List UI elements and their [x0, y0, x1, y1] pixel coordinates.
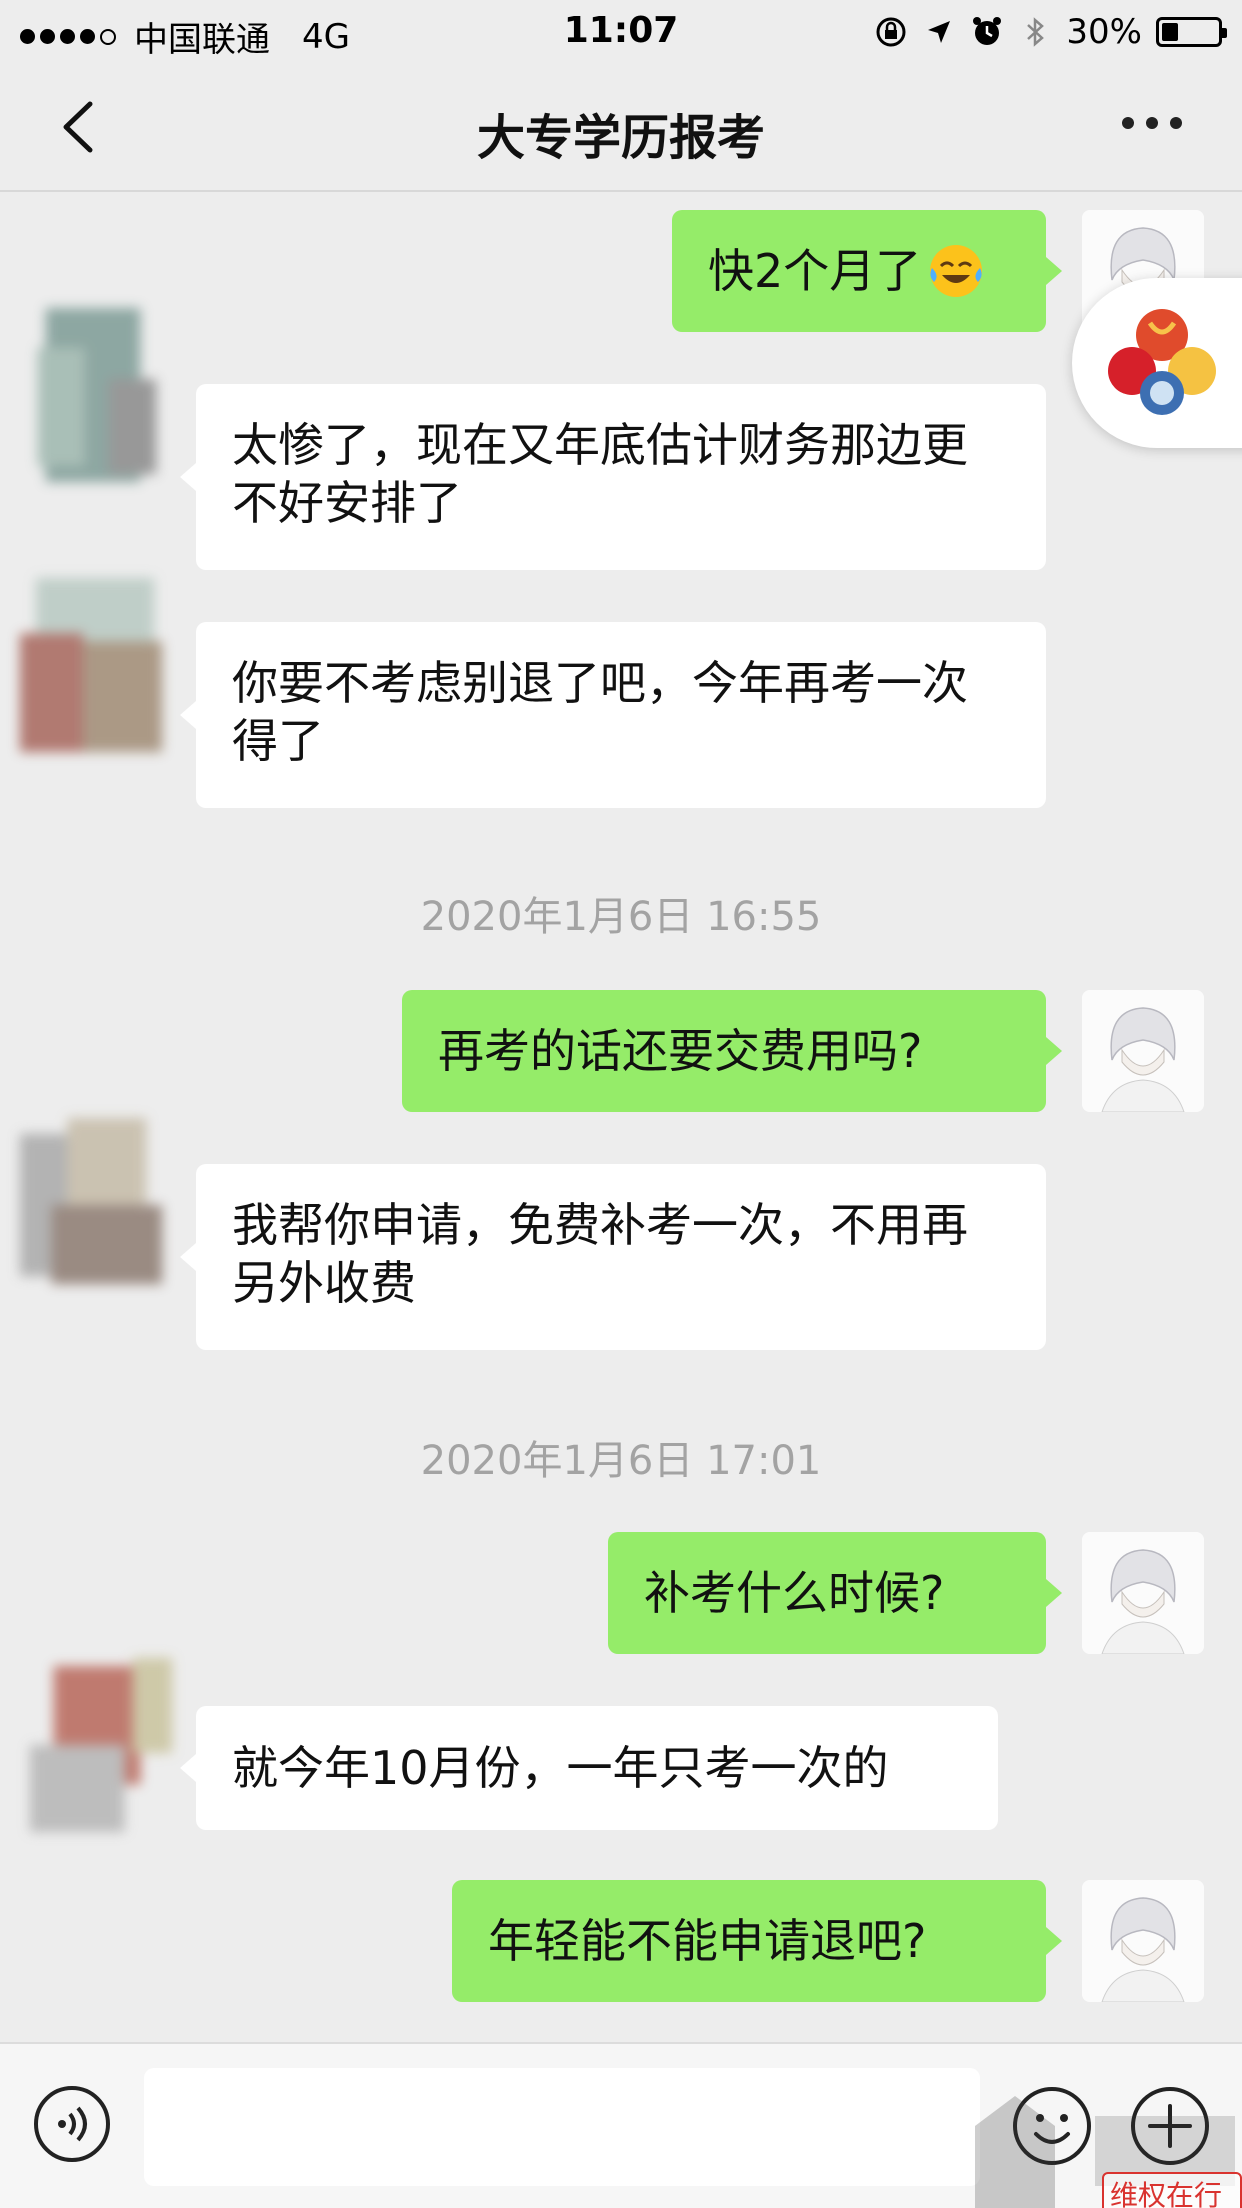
battery-icon [1156, 17, 1227, 47]
message-bubble-incoming[interactable]: 你要不考虑别退了吧，今年再考一次得了 [180, 622, 1046, 808]
message-text: 补考什么时候? [644, 1566, 945, 1620]
message-text: 就今年10月份，一年只考一次的 [232, 1741, 889, 1795]
app-badge-icon [1108, 309, 1216, 415]
message-input[interactable] [144, 2068, 980, 2186]
message-text: 太惨了，现在又年底估计财务那边更不好安排了 [232, 418, 968, 530]
message-timestamp: 2020年1月6日 17:01 [420, 1438, 822, 1484]
chat-screen: 中国联通 4G 11:07 30% 大专学历报考 快2个月了 太惨了，现在又年底… [0, 0, 1242, 2208]
my-avatar[interactable] [1082, 990, 1204, 1112]
message-text: 快2个月了 [708, 244, 922, 298]
message-bubble-incoming[interactable]: 就今年10月份，一年只考一次的 [180, 1706, 998, 1830]
voice-button[interactable] [32, 2084, 112, 2164]
bluetooth-icon [1027, 17, 1045, 47]
contact-avatar[interactable] [2, 300, 192, 490]
message-text: 我帮你申请，免费补考一次，不用再另外收费 [232, 1198, 968, 1310]
chat-title: 大专学历报考 [476, 110, 765, 166]
status-bar: 中国联通 4G 11:07 30% [0, 0, 1242, 62]
watermark-text: 维权在行动 [1102, 2172, 1242, 2208]
battery-level [1162, 23, 1178, 41]
message-bubble-incoming[interactable]: 太惨了，现在又年底估计财务那边更不好安排了 [180, 384, 1046, 570]
my-avatar[interactable] [1082, 1532, 1204, 1654]
message-text: 年轻能不能申请退吧? [488, 1914, 927, 1968]
floating-app-widget[interactable] [1072, 278, 1242, 448]
location-icon [928, 21, 951, 43]
contact-avatar[interactable] [10, 1650, 200, 1840]
my-avatar[interactable] [1082, 1880, 1204, 2002]
message-bubble-outgoing[interactable]: 快2个月了 [672, 210, 1062, 332]
status-right: 30% [874, 12, 1227, 52]
more-dots-icon [1122, 117, 1134, 129]
alarm-icon [973, 17, 1002, 45]
nav-bar: 大专学历报考 [0, 62, 1242, 192]
message-text: 再考的话还要交费用吗? [438, 1024, 923, 1078]
more-button[interactable] [1112, 108, 1192, 138]
face-with-tears-of-joy-icon [930, 245, 983, 297]
contact-avatar[interactable] [0, 570, 190, 760]
contact-avatar[interactable] [0, 1110, 190, 1300]
message-bubble-incoming[interactable]: 我帮你申请，免费补考一次，不用再另外收费 [180, 1164, 1046, 1350]
message-timestamp: 2020年1月6日 16:55 [420, 894, 822, 940]
message-text: 你要不考虑别退了吧，今年再考一次得了 [232, 656, 968, 768]
message-bubble-outgoing[interactable]: 补考什么时候? [608, 1532, 1062, 1654]
message-bubble-outgoing[interactable]: 年轻能不能申请退吧? [452, 1880, 1062, 2002]
message-bubble-outgoing[interactable]: 再考的话还要交费用吗? [402, 990, 1062, 1112]
battery-percent: 30% [1066, 12, 1142, 52]
orientation-lock-icon [876, 17, 906, 47]
